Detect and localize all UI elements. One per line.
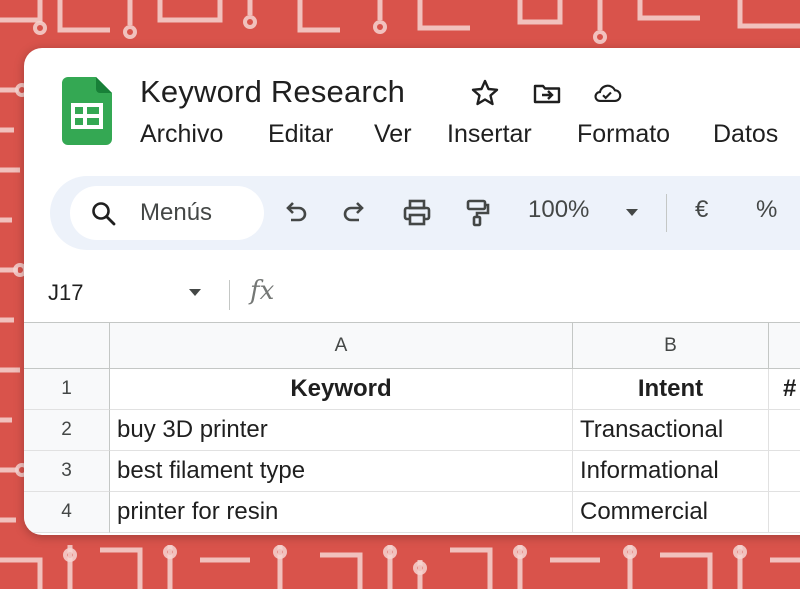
- menu-datos[interactable]: Datos: [713, 120, 778, 149]
- name-box[interactable]: J17: [48, 280, 83, 306]
- sheets-window: Keyword Research Archivo Editar Ver Inse…: [24, 48, 800, 535]
- search-label: Menús: [140, 199, 213, 226]
- search-icon: [92, 202, 116, 226]
- row-header[interactable]: 2: [24, 410, 110, 451]
- column-header-b[interactable]: B: [573, 323, 769, 369]
- move-to-folder-icon[interactable]: [532, 78, 562, 108]
- fx-icon: fx: [250, 276, 275, 306]
- cell-c2[interactable]: [769, 410, 800, 451]
- zoom-dropdown-icon[interactable]: [624, 208, 640, 218]
- star-icon[interactable]: [470, 78, 500, 108]
- cell-c4[interactable]: [769, 492, 800, 533]
- name-box-dropdown-icon[interactable]: [187, 288, 203, 298]
- menu-editar[interactable]: Editar: [268, 120, 333, 149]
- cell-b4[interactable]: Commercial: [573, 492, 769, 533]
- menu-formato[interactable]: Formato: [577, 120, 670, 149]
- toolbar: Menús 100% € %: [50, 176, 800, 250]
- cell-c1[interactable]: #: [769, 369, 800, 410]
- menu-insertar[interactable]: Insertar: [447, 120, 532, 149]
- spreadsheet-grid: A B 1 Keyword Intent # 2 buy 3D printer …: [24, 322, 800, 535]
- menu-archivo[interactable]: Archivo: [140, 120, 223, 149]
- cell-b1[interactable]: Intent: [573, 369, 769, 410]
- cell-c3[interactable]: [769, 451, 800, 492]
- cell-a2[interactable]: buy 3D printer: [110, 410, 573, 451]
- document-title[interactable]: Keyword Research: [140, 74, 405, 110]
- cell-a3[interactable]: best filament type: [110, 451, 573, 492]
- zoom-level[interactable]: 100%: [528, 196, 589, 224]
- cell-a4[interactable]: printer for resin: [110, 492, 573, 533]
- percent-format-button[interactable]: %: [756, 196, 777, 224]
- cell-b3[interactable]: Informational: [573, 451, 769, 492]
- formula-bar: J17 fx: [24, 270, 800, 320]
- sheets-logo[interactable]: [62, 77, 112, 145]
- column-header-c[interactable]: [769, 323, 800, 369]
- column-header-a[interactable]: A: [110, 323, 573, 369]
- currency-format-button[interactable]: €: [695, 196, 708, 224]
- cloud-saved-icon[interactable]: [592, 78, 622, 108]
- redo-icon[interactable]: [340, 198, 370, 228]
- paint-format-icon[interactable]: [462, 198, 492, 228]
- cell-b2[interactable]: Transactional: [573, 410, 769, 451]
- cell-a1[interactable]: Keyword: [110, 369, 573, 410]
- print-icon[interactable]: [402, 198, 432, 228]
- toolbar-divider: [666, 194, 667, 232]
- select-all-corner[interactable]: [24, 323, 110, 369]
- row-header[interactable]: 4: [24, 492, 110, 533]
- formula-divider: [229, 280, 230, 310]
- row-header[interactable]: 1: [24, 369, 110, 410]
- menu-ver[interactable]: Ver: [374, 120, 412, 149]
- undo-icon[interactable]: [280, 198, 310, 228]
- row-header[interactable]: 3: [24, 451, 110, 492]
- menu-search-button[interactable]: Menús: [70, 186, 264, 240]
